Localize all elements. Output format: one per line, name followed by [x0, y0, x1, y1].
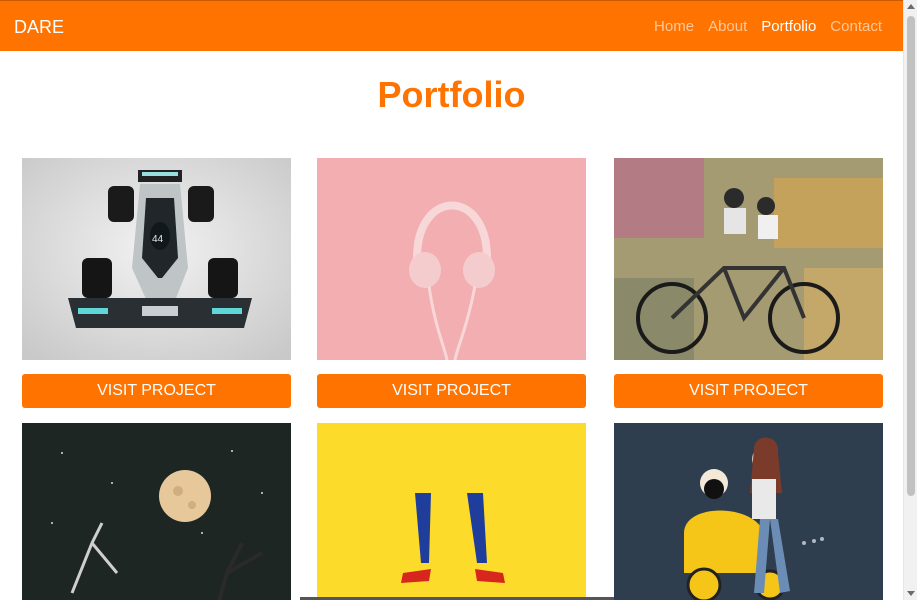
scroll-down-icon[interactable]: [907, 591, 915, 596]
nav-link-home[interactable]: Home: [654, 18, 694, 35]
nav-link-contact[interactable]: Contact: [830, 18, 882, 35]
project-image-f1-car: 44: [22, 158, 291, 360]
scrollbar-thumb[interactable]: [907, 16, 915, 496]
navbar: DARE Home About Portfolio Contact: [0, 0, 903, 51]
svg-text:44: 44: [152, 234, 164, 245]
scroll-up-icon[interactable]: [907, 4, 915, 9]
visit-project-button[interactable]: VISIT PROJECT: [317, 374, 586, 408]
project-image-bicycle-mural: [614, 158, 883, 360]
page-title: Portfolio: [377, 74, 526, 115]
nav-links: Home About Portfolio Contact: [654, 18, 882, 35]
vertical-scrollbar[interactable]: [903, 0, 917, 600]
brand-logo[interactable]: DARE: [14, 17, 64, 38]
project-image-scooter-illustration: [614, 423, 883, 600]
project-image-headphones: [317, 158, 586, 360]
visit-project-button[interactable]: VISIT PROJECT: [22, 374, 291, 408]
nav-link-portfolio[interactable]: Portfolio: [761, 18, 816, 35]
nav-link-about[interactable]: About: [708, 18, 747, 35]
project-image-moon-dancer: [22, 423, 291, 600]
page: DARE Home About Portfolio Contact Portfo…: [0, 0, 903, 600]
project-image-legs-on-yellow: [317, 423, 586, 600]
visit-project-button[interactable]: VISIT PROJECT: [614, 374, 883, 408]
